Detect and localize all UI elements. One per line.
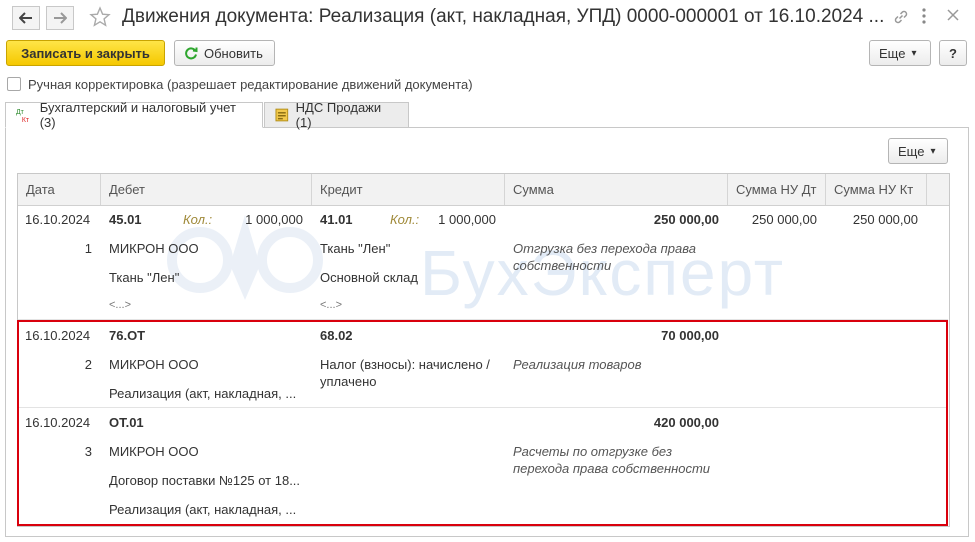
star-icon <box>89 6 111 27</box>
row-1-sum-nu-kt: 250 000,00 <box>852 212 918 227</box>
manual-correction-checkbox[interactable] <box>7 77 21 91</box>
row-1-debit-qty-label: Кол.: <box>183 212 213 227</box>
tab-accounting-label: Бухгалтерский и налоговый учет (3) <box>39 100 236 130</box>
row-1-debit-qty: 1 000,000 <box>245 212 303 227</box>
column-header-sum-nu-dt[interactable]: Сумма НУ Дт <box>728 174 826 205</box>
column-header-sum[interactable]: Сумма <box>505 174 728 205</box>
chevron-down-icon: ▾ <box>930 145 936 157</box>
tab-vat-sales-label: НДС Продажи (1) <box>295 100 382 130</box>
row-1-content-line-1: Отгрузка без перехода права <box>513 241 696 256</box>
row-1-credit-subconto-3: <...> <box>320 299 343 311</box>
column-header-debit[interactable]: Дебет <box>101 174 312 205</box>
manual-correction-label: Ручная корректировка (разрешает редактир… <box>28 77 473 92</box>
row-1-number: 1 <box>84 241 92 256</box>
svg-text:Кт: Кт <box>22 117 30 123</box>
favorite-star-button[interactable] <box>89 6 111 31</box>
row-1-debit-subconto-3: <...> <box>109 299 132 311</box>
close-button[interactable] <box>945 7 961 26</box>
back-button[interactable] <box>12 6 40 30</box>
arrow-left-icon <box>19 12 32 24</box>
row-1-credit-subconto-2: Основной склад <box>320 270 418 285</box>
row-1-date: 16.10.2024 <box>25 212 91 227</box>
more-label: Еще <box>879 45 906 61</box>
row-1-credit-subconto-1: Ткань "Лен" <box>320 241 391 256</box>
grid-more-label: Еще <box>898 143 925 159</box>
row-1-debit-subconto-2: Ткань "Лен" <box>109 270 180 285</box>
more-menu-button[interactable]: Еще ▾ <box>869 40 931 66</box>
save-and-close-button[interactable]: Записать и закрыть <box>6 40 165 66</box>
forward-button[interactable] <box>46 6 74 30</box>
row-1-credit-qty: 1 000,000 <box>438 212 496 227</box>
chevron-down-icon: ▾ <box>911 47 917 59</box>
close-icon <box>947 9 959 21</box>
more-actions-button[interactable] <box>920 6 928 29</box>
column-header-date[interactable]: Дата <box>18 174 101 205</box>
row-1-debit-account[interactable]: 45.01 <box>109 212 142 227</box>
grid-more-menu-button[interactable]: Еще ▾ <box>888 138 948 164</box>
row-1-credit-account[interactable]: 41.01 <box>320 212 353 227</box>
refresh-button[interactable]: Обновить <box>174 40 275 66</box>
arrow-right-icon <box>54 12 67 24</box>
row-1-credit-qty-label: Кол.: <box>390 212 420 227</box>
grid-header: Дата Дебет Кредит Сумма Сумма НУ Дт Сумм… <box>18 174 949 206</box>
window-title: Движения документа: Реализация (акт, нак… <box>122 6 885 27</box>
row-1-content-line-2: собственности <box>513 258 612 273</box>
link-icon <box>894 10 908 24</box>
help-button[interactable]: ? <box>939 40 967 66</box>
vat-register-icon <box>275 108 289 122</box>
column-header-sum-nu-kt[interactable]: Сумма НУ Кт <box>826 174 927 205</box>
highlight-frame <box>17 320 948 526</box>
column-header-credit[interactable]: Кредит <box>312 174 505 205</box>
kebab-menu-icon <box>922 8 926 24</box>
dt-kt-icon: ДтКт <box>16 109 30 123</box>
refresh-icon <box>185 47 198 60</box>
row-1-sum: 250 000,00 <box>653 212 719 227</box>
svg-text:Дт: Дт <box>16 109 25 116</box>
refresh-label: Обновить <box>204 45 263 61</box>
tab-vat-sales[interactable]: НДС Продажи (1) <box>264 100 409 130</box>
row-1-sum-nu-dt: 250 000,00 <box>751 212 817 227</box>
link-button[interactable] <box>892 8 910 29</box>
tab-accounting[interactable]: Дт Кт Бухгалтерский и налоговый учет (3) <box>5 100 263 130</box>
row-1-debit-subconto-1: МИКРОН ООО <box>109 241 199 256</box>
